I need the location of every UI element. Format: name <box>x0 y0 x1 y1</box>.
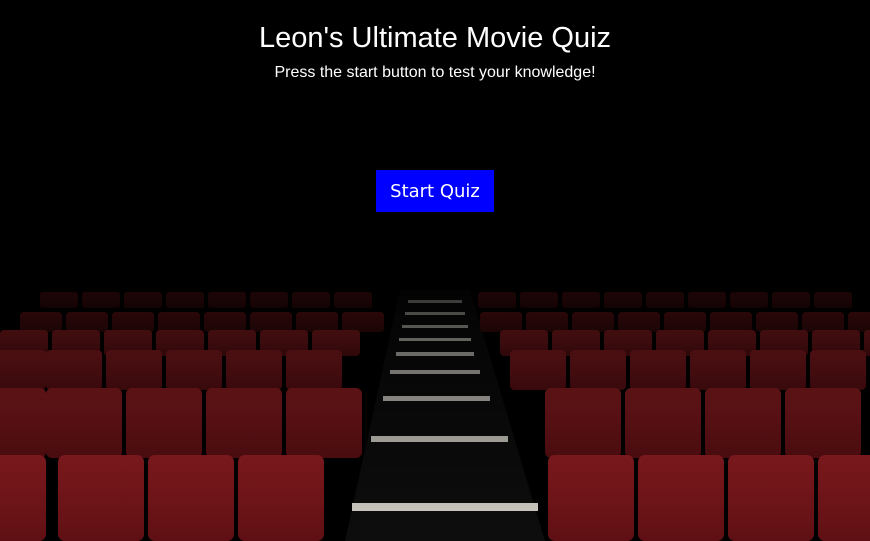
page-title: Leon's Ultimate Movie Quiz <box>258 22 612 54</box>
page-subtitle: Press the start button to test your know… <box>274 64 596 81</box>
start-quiz-button[interactable]: Start Quiz <box>376 170 494 212</box>
